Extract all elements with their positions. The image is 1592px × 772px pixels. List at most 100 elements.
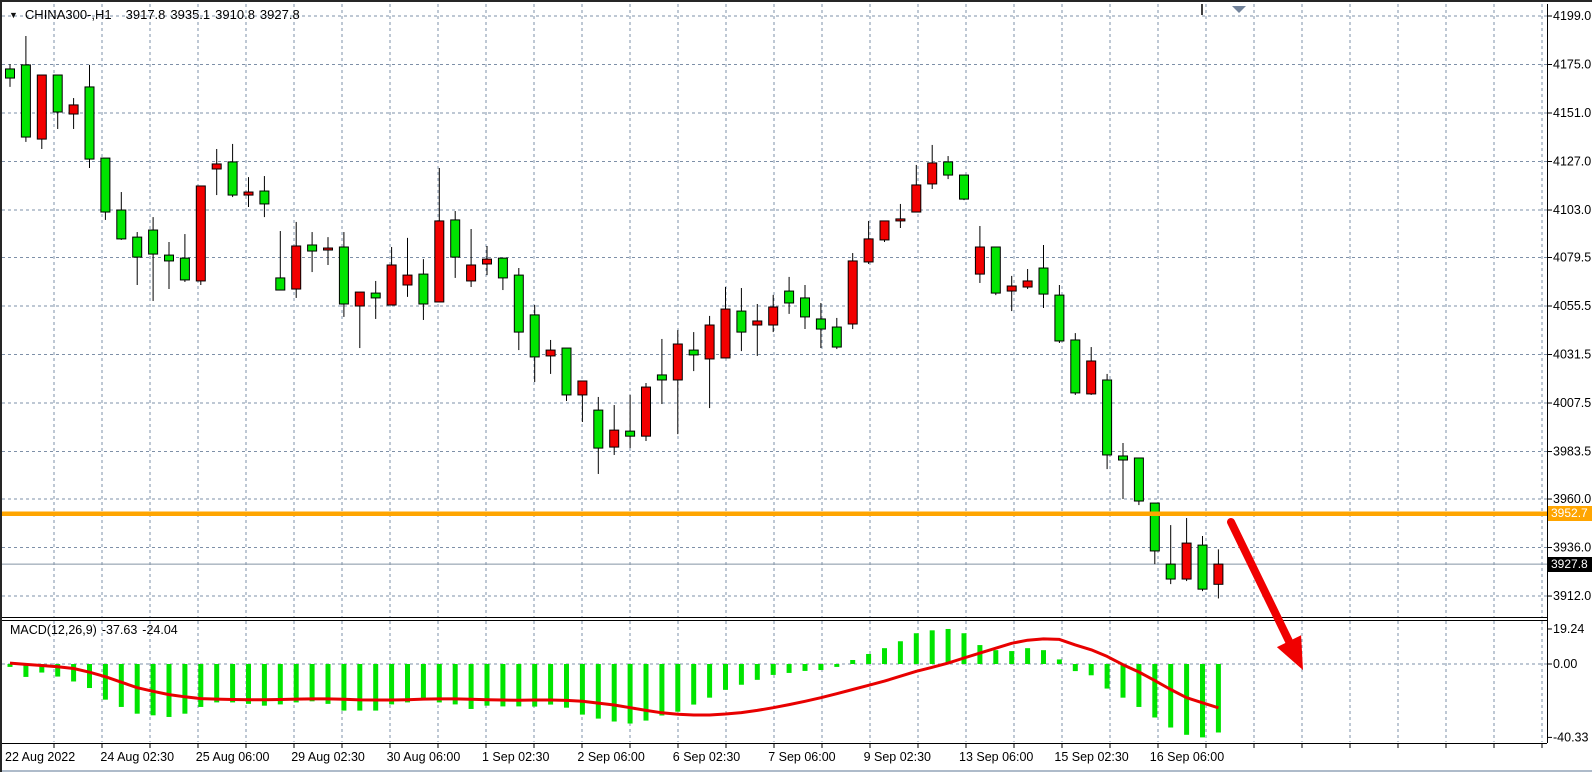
chart-window: 4199.04175.04151.04127.04103.04079.54055…	[0, 0, 1592, 772]
price-axis-label: 4055.5	[1553, 299, 1591, 313]
macd-bar	[405, 664, 410, 702]
time-axis-label: 9 Sep 02:30	[864, 750, 931, 764]
macd-signal-value: -24.04	[142, 623, 177, 637]
candle-up	[244, 192, 253, 195]
grid-lines	[2, 4, 1547, 742]
macd-bar	[818, 664, 823, 670]
macd-bar	[389, 664, 394, 704]
price-axis-label: 4079.5	[1553, 251, 1591, 265]
macd-bar	[198, 664, 203, 707]
symbol-dropdown-icon[interactable]: ▼	[9, 10, 18, 20]
macd-bar	[850, 660, 855, 664]
candle-up	[912, 185, 921, 212]
time-axis-label: 30 Aug 06:00	[387, 750, 461, 764]
macd-bar	[993, 650, 998, 664]
candle-down	[960, 175, 969, 199]
candle-up	[1182, 543, 1191, 579]
macd-bar	[755, 664, 760, 680]
price-axis-label: 3912.0	[1553, 589, 1591, 603]
candle-up	[769, 307, 778, 325]
macd-bar	[1041, 650, 1046, 664]
macd-bar	[469, 664, 474, 709]
candle-down	[816, 319, 825, 329]
panel-separator[interactable]	[2, 618, 1547, 621]
macd-bar	[707, 664, 712, 698]
candle-down	[371, 293, 380, 298]
candle-down	[832, 327, 841, 347]
hline-price-tag[interactable]: 3952.7	[1548, 506, 1592, 521]
candle-up	[896, 219, 905, 221]
macd-axis[interactable]: 19.240.00-40.33	[1547, 622, 1588, 744]
macd-bar	[71, 664, 76, 681]
candle-up	[610, 430, 619, 447]
arrow-shaft[interactable]	[1231, 522, 1292, 647]
time-axis-label: 2 Sep 06:00	[577, 750, 644, 764]
candle-down	[308, 245, 317, 251]
macd-bar	[1089, 664, 1094, 675]
current-price-tag: 3927.8	[1548, 557, 1592, 572]
macd-indicator-label: MACD(12,26,9)-37.63-24.04	[10, 623, 178, 637]
candle-up	[975, 247, 984, 274]
candle-down	[165, 255, 174, 261]
chart-canvas[interactable]: 4199.04175.04151.04127.04103.04079.54055…	[2, 2, 1592, 772]
candle-up	[1007, 286, 1016, 291]
candle-up	[1087, 361, 1096, 394]
macd-bar	[596, 664, 601, 719]
candle-down	[737, 311, 746, 332]
candle-down	[530, 315, 539, 357]
candle-down	[451, 220, 460, 257]
candle-up	[1023, 281, 1032, 287]
candle-down	[339, 247, 348, 304]
macd-bar	[739, 664, 744, 685]
time-axis-label: 29 Aug 02:30	[291, 750, 365, 764]
candle-up	[673, 344, 682, 380]
candle-up	[196, 186, 205, 281]
candle-down	[180, 258, 189, 280]
candle-up	[37, 75, 46, 139]
chart-shift-marker[interactable]	[1232, 6, 1246, 13]
macd-bar	[1057, 659, 1062, 664]
macd-bar	[1216, 664, 1221, 732]
candle-down	[991, 247, 1000, 293]
macd-bar	[421, 664, 426, 700]
candle-up	[212, 164, 221, 169]
macd-bar	[628, 664, 633, 724]
price-axis-label: 3960.0	[1553, 492, 1591, 506]
candle-up	[1214, 564, 1223, 584]
macd-bar	[691, 664, 696, 705]
candle-down	[1055, 295, 1064, 341]
candle-down	[149, 230, 158, 254]
candle-down	[1119, 456, 1128, 460]
candle-down	[419, 274, 428, 304]
macd-bar	[357, 664, 362, 711]
time-axis[interactable]: 22 Aug 202224 Aug 02:3025 Aug 06:0029 Au…	[2, 743, 1547, 764]
candle-down	[1071, 340, 1080, 393]
candle-down	[514, 275, 523, 332]
candle-up	[387, 265, 396, 305]
candle-down	[21, 65, 30, 137]
candle-up	[705, 325, 714, 359]
macd-bar	[723, 664, 728, 690]
candle-down	[944, 162, 953, 175]
candle-down	[1198, 545, 1207, 589]
candle-up	[642, 387, 651, 436]
symbol-info-line: ▼CHINA300-,H13917.83935.13910.83927.8	[9, 7, 300, 22]
candle-down	[626, 431, 635, 436]
candle-down	[53, 75, 62, 112]
macd-bar	[946, 629, 951, 664]
macd-bar	[834, 664, 839, 667]
candle-down	[785, 291, 794, 303]
candle-down	[657, 375, 666, 380]
candle-down	[1103, 380, 1112, 455]
info-high: 3935.1	[170, 7, 210, 22]
time-axis-label: 7 Sep 06:00	[768, 750, 835, 764]
macd-bar	[1073, 664, 1078, 671]
candle-down	[801, 298, 810, 317]
macd-bar	[246, 664, 251, 704]
candle-down	[133, 237, 142, 257]
macd-bar	[87, 664, 92, 688]
time-axis-label: 16 Sep 06:00	[1150, 750, 1224, 764]
candle-up	[848, 261, 857, 324]
price-axis-label: 4199.0	[1553, 9, 1591, 23]
candle-up	[483, 259, 492, 264]
